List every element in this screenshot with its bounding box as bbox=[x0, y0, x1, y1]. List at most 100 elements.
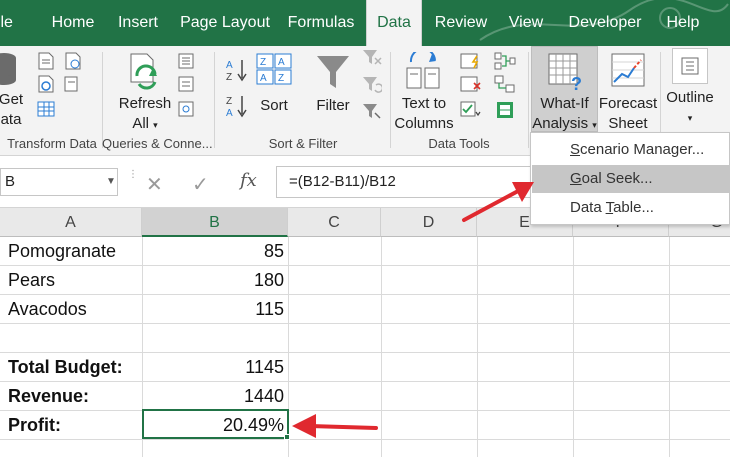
active-cell-selection bbox=[142, 409, 289, 439]
gridline bbox=[669, 237, 670, 457]
formula-bar-splitter[interactable]: ⋮ bbox=[128, 170, 138, 180]
what-if-analysis-icon: ? bbox=[548, 53, 582, 92]
svg-text:Z: Z bbox=[260, 57, 266, 68]
database-icon bbox=[0, 53, 16, 85]
gridline bbox=[381, 237, 382, 457]
outline-button[interactable]: Outline ▾ bbox=[662, 48, 718, 128]
flash-fill-icon[interactable] bbox=[460, 52, 482, 70]
cell-value-total-budget[interactable]: 1145 bbox=[142, 353, 288, 382]
chevron-down-icon: ▾ bbox=[153, 120, 158, 130]
clear-filter-icon[interactable] bbox=[362, 48, 382, 66]
forecast-sheet-button[interactable]: Forecast Sheet bbox=[598, 52, 658, 134]
cell-label-revenue[interactable]: Revenue: bbox=[0, 382, 142, 411]
cell-label[interactable]: Avacodos bbox=[0, 295, 142, 324]
forecast-label-1: Forecast bbox=[598, 95, 658, 112]
sort-button[interactable]: Z A A Z Sort bbox=[252, 52, 296, 116]
svg-text:?: ? bbox=[571, 74, 582, 92]
properties-icon[interactable] bbox=[177, 75, 195, 93]
cell-value-revenue[interactable]: 1440 bbox=[142, 382, 288, 411]
what-if-label-1: What-If bbox=[540, 95, 589, 112]
from-text-icon[interactable] bbox=[37, 52, 55, 70]
group-separator bbox=[390, 52, 391, 148]
chevron-down-icon[interactable]: ▼ bbox=[104, 168, 118, 196]
cell-label[interactable] bbox=[0, 324, 142, 353]
tab-help[interactable]: Help bbox=[658, 0, 708, 46]
cell-value[interactable]: 180 bbox=[142, 266, 288, 295]
forecast-label-2: Sheet bbox=[608, 115, 648, 132]
advanced-filter-icon[interactable] bbox=[362, 102, 382, 120]
cell-label-total-budget[interactable]: Total Budget: bbox=[0, 353, 142, 382]
group-separator bbox=[528, 52, 529, 148]
sort-descending-icon[interactable]: Z A bbox=[226, 94, 248, 118]
filter-button[interactable]: Filter bbox=[306, 52, 360, 116]
group-label-data-tools: Data Tools bbox=[428, 136, 490, 151]
menu-item-data-table[interactable]: Data Table... bbox=[532, 194, 729, 222]
remove-duplicates-icon[interactable] bbox=[460, 75, 482, 93]
tab-page-layout[interactable]: Page Layout bbox=[174, 0, 276, 46]
reapply-icon[interactable] bbox=[362, 75, 382, 93]
outline-label: Outline bbox=[666, 89, 714, 106]
existing-connections-icon[interactable] bbox=[64, 75, 82, 93]
what-if-dropdown-menu: Scenario Manager... Goal Seek... Data Ta… bbox=[530, 132, 730, 225]
get-data-button[interactable]: Get ata bbox=[0, 52, 24, 130]
queries-connections-icon[interactable] bbox=[177, 52, 195, 70]
cancel-icon[interactable]: ✕ bbox=[146, 172, 163, 197]
sort-label: Sort bbox=[260, 97, 288, 114]
group-label-queries: Queries & Conne... bbox=[102, 136, 213, 151]
cell-label[interactable]: Pomogranate bbox=[0, 237, 142, 266]
outline-icon-frame bbox=[672, 48, 708, 84]
column-header-c[interactable]: C bbox=[288, 208, 381, 237]
enter-check-icon[interactable]: ✓ bbox=[192, 172, 209, 197]
tab-home[interactable]: Home bbox=[40, 0, 106, 46]
tab-insert[interactable]: Insert bbox=[108, 0, 168, 46]
worksheet-grid: A B C D E F G Pomogranate 85 Pears 180 A… bbox=[0, 208, 730, 457]
tab-formulas[interactable]: Formulas bbox=[280, 0, 362, 46]
tab-file[interactable]: File bbox=[0, 0, 30, 46]
what-if-analysis-button[interactable]: ? What-If Analysis ▾ bbox=[531, 52, 598, 135]
text-to-columns-label-2: Columns bbox=[394, 115, 454, 132]
consolidate-icon[interactable] bbox=[494, 52, 516, 70]
chevron-down-icon: ▾ bbox=[592, 120, 597, 130]
get-data-label-2: ata bbox=[0, 111, 22, 128]
group-label-transform: Transform Data bbox=[7, 136, 97, 151]
data-model-icon[interactable] bbox=[494, 100, 516, 120]
cell-value[interactable]: 85 bbox=[142, 237, 288, 266]
svg-text:A: A bbox=[226, 60, 233, 71]
name-box[interactable]: B bbox=[0, 168, 118, 196]
column-header-b[interactable]: B bbox=[142, 208, 288, 237]
cell-label-profit[interactable]: Profit: bbox=[0, 411, 142, 440]
from-table-icon[interactable] bbox=[37, 100, 55, 118]
cell-label[interactable]: Pears bbox=[0, 266, 142, 295]
svg-text:Z: Z bbox=[226, 96, 232, 107]
column-header-d[interactable]: D bbox=[381, 208, 477, 237]
chevron-down-icon: ▾ bbox=[687, 113, 693, 123]
column-header-a[interactable]: A bbox=[0, 208, 142, 237]
from-web-icon[interactable] bbox=[37, 75, 55, 93]
excel-window: File Home Insert Page Layout Formulas Da… bbox=[0, 0, 730, 457]
svg-text:A: A bbox=[260, 73, 267, 84]
data-validation-icon[interactable] bbox=[460, 100, 482, 120]
tab-data[interactable]: Data bbox=[366, 0, 422, 46]
svg-text:A: A bbox=[226, 108, 233, 118]
insert-function-icon[interactable]: fx bbox=[240, 170, 257, 191]
sort-ascending-icon[interactable]: A Z bbox=[226, 58, 248, 82]
svg-text:Z: Z bbox=[278, 73, 284, 84]
relationships-icon[interactable] bbox=[494, 75, 516, 93]
fill-handle[interactable] bbox=[284, 434, 290, 440]
text-to-columns-button[interactable]: Text to Columns bbox=[392, 52, 456, 134]
refresh-label-1: Refresh bbox=[118, 95, 172, 112]
edit-links-icon[interactable] bbox=[177, 100, 195, 118]
menu-item-goal-seek[interactable]: Goal Seek... bbox=[532, 165, 729, 193]
tab-developer[interactable]: Developer bbox=[558, 0, 652, 46]
recent-sources-icon[interactable] bbox=[64, 52, 82, 70]
tab-view[interactable]: View bbox=[500, 0, 552, 46]
forecast-chart-icon bbox=[611, 53, 645, 87]
menu-item-scenario-manager[interactable]: Scenario Manager... bbox=[532, 136, 729, 164]
group-label-sort-filter: Sort & Filter bbox=[268, 136, 338, 151]
text-to-columns-label-1: Text to bbox=[401, 95, 447, 112]
cell-value[interactable]: 115 bbox=[142, 295, 288, 324]
tab-review[interactable]: Review bbox=[428, 0, 494, 46]
svg-text:A: A bbox=[278, 57, 285, 68]
cell-value[interactable] bbox=[142, 324, 288, 353]
refresh-all-button[interactable]: Refresh All ▾ bbox=[110, 52, 180, 135]
